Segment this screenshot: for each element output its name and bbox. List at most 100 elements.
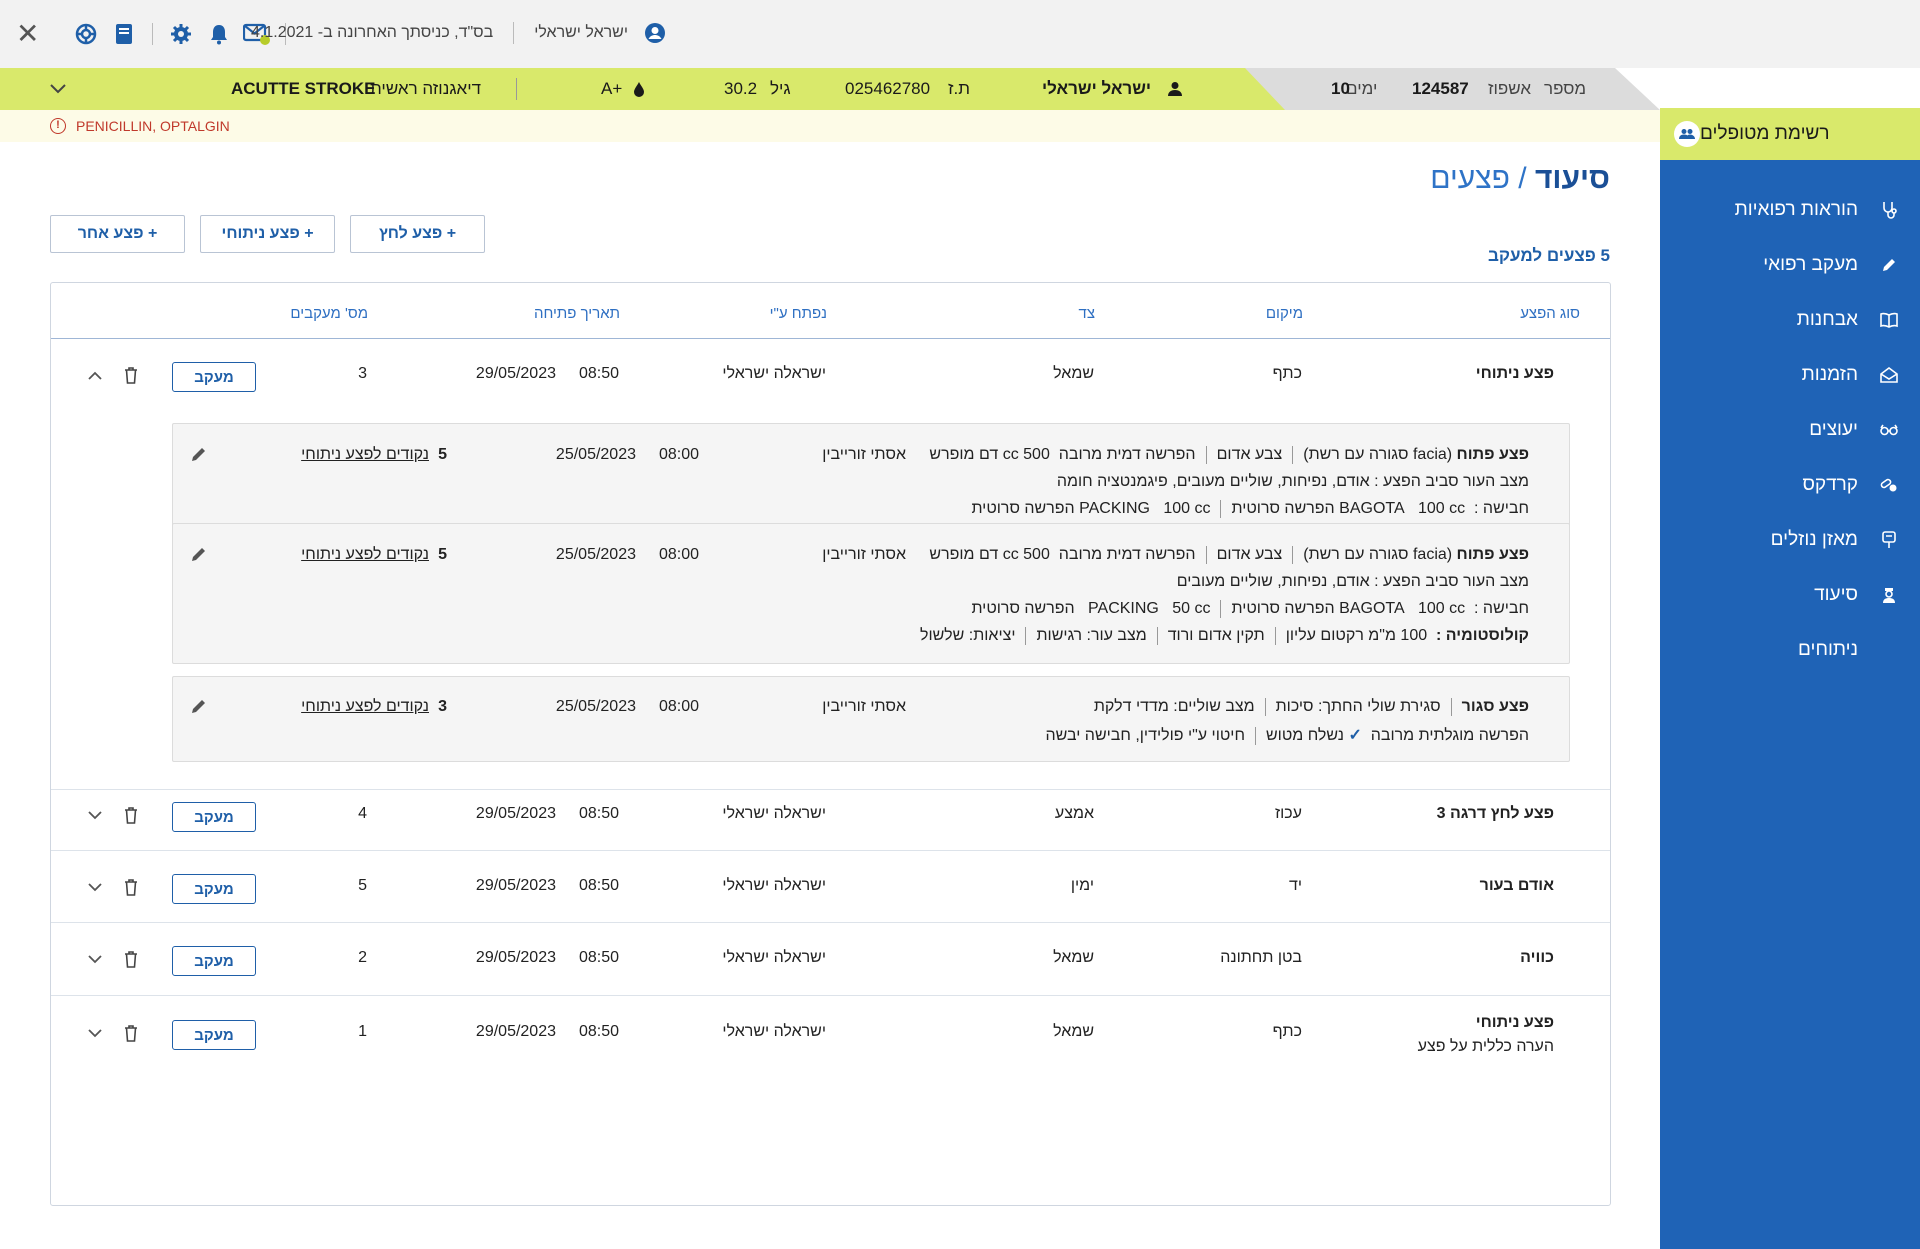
open-time: 08:50 <box>578 949 619 966</box>
tracking-line-1: פצע סגור סגירת שולי החתך: סיכות מצב שוליים… <box>1094 698 1529 716</box>
nurse-icon <box>1880 586 1898 604</box>
age-label: גיל <box>770 79 791 98</box>
opened-by: ישראלה ישראלי <box>722 877 826 894</box>
trash-icon[interactable] <box>121 805 141 825</box>
divider <box>513 22 515 44</box>
open-time: 08:50 <box>578 365 619 382</box>
track-button[interactable]: מעקב <box>172 874 256 904</box>
sidebar-item-fluid-balance[interactable]: מאזן נוזלים <box>1660 512 1920 567</box>
row-divider <box>51 789 1610 790</box>
trash-icon[interactable] <box>121 365 141 385</box>
trash-icon[interactable] <box>121 949 141 969</box>
sidebar-item-orders[interactable]: הזמנות <box>1660 347 1920 402</box>
opened-by: ישראלה ישראלי <box>722 949 826 966</box>
open-time: 08:50 <box>578 1023 619 1040</box>
open-date: 29/05/2023 <box>475 1023 556 1040</box>
sidebar-item-medical-tracking[interactable]: מעקב רפואי <box>1660 237 1920 292</box>
tracking-field: הפרשה סרוטית <box>971 600 1075 618</box>
tracking-points-link[interactable]: נקודים לפצע ניתוחי <box>301 698 429 716</box>
blood-drop-icon <box>634 82 644 97</box>
tracking-points-link[interactable]: נקודים לפצע ניתוחי <box>301 546 429 564</box>
patients-list-button[interactable]: רשימת מטופלים <box>1660 108 1920 160</box>
wound-side: שמאל <box>1053 365 1094 382</box>
sidebar-item-label: ניתוחים <box>1798 638 1858 660</box>
blood-type: A+ <box>601 79 623 98</box>
chevron-up-icon[interactable] <box>85 365 105 385</box>
column-header-open-date: תאריך פתיחה <box>533 305 620 322</box>
wound-note: הערה כללית על פצע <box>1417 1038 1554 1055</box>
allergy-list: PENICILLIN, OPTALGIN <box>76 118 230 134</box>
edit-icon[interactable] <box>189 696 209 716</box>
envelope-open-icon <box>1880 366 1898 384</box>
tracking-field: תקין אדום ורוד <box>1167 627 1265 645</box>
admission-label: מספר <box>1544 79 1587 98</box>
tracking-time: 08:00 <box>658 546 699 563</box>
edit-icon[interactable] <box>189 544 209 564</box>
diagnosis-label: דיאגנוזה ראשית <box>370 79 482 98</box>
edit-icon[interactable] <box>189 444 209 464</box>
wounds-table: סוג הפצע מיקום צד נפתח ע"י תאריך פתיחה מ… <box>50 282 1611 1206</box>
tracking-field: 100 cc <box>1418 600 1466 618</box>
sidebar-item-surgeries[interactable]: ניתוחים <box>1660 622 1920 677</box>
tracking-field: צבע אדום <box>1216 546 1283 564</box>
sidebar-item-nursing[interactable]: סיעוד <box>1660 567 1920 622</box>
chevron-down-icon[interactable] <box>50 84 66 94</box>
chevron-down-icon[interactable] <box>85 877 105 897</box>
admission-number: 124587 <box>1412 79 1469 98</box>
tracking-field: הפרשה סרוטית <box>1231 500 1335 518</box>
trackings-count: 2 <box>358 949 367 966</box>
open-date: 29/05/2023 <box>475 365 556 382</box>
tracking-field: 50 cc <box>1172 600 1211 618</box>
tracking-field: 500 cc <box>1002 546 1050 564</box>
track-button[interactable]: מעקב <box>172 946 256 976</box>
users-icon <box>1674 121 1700 147</box>
add-surgical-wound-button[interactable]: + פצע ניתוחי <box>200 215 335 253</box>
tracking-field: הפרשה מוגלתית מרובה <box>1370 727 1529 744</box>
add-other-wound-button[interactable]: + פצע אחר <box>50 215 185 253</box>
page-title-sub: פצעים <box>1430 162 1510 195</box>
track-button[interactable]: מעקב <box>172 362 256 392</box>
sidebar-item-diagnoses[interactable]: אבחנות <box>1660 292 1920 347</box>
tracking-line-2: מצב העור סביב הפצע : אודם, נפיחות, שוליי… <box>1176 573 1529 590</box>
book-open-icon <box>1880 311 1898 329</box>
sidebar-item-medical-orders[interactable]: הוראות רפואיות <box>1660 182 1920 237</box>
top-user-info: ישראל ישראלי בס"ד, כניסתך האחרונה ב- 4.1… <box>251 22 666 44</box>
trackings-count: 1 <box>358 1023 367 1040</box>
trash-icon[interactable] <box>121 877 141 897</box>
track-button[interactable]: מעקב <box>172 802 256 832</box>
chevron-down-icon[interactable] <box>85 1023 105 1043</box>
chevron-down-icon[interactable] <box>85 805 105 825</box>
tracking-head: פצע פתוח <box>1456 446 1529 464</box>
page-title-main: סיעוד <box>1534 162 1610 195</box>
sidebar-item-kardex[interactable]: קרדקס <box>1660 457 1920 512</box>
sidebar-item-label: הוראות רפואיות <box>1734 198 1858 220</box>
tracking-points-link[interactable]: נקודים לפצע ניתוחי <box>301 446 429 464</box>
sidebar-item-label: קרדקס <box>1802 473 1858 495</box>
tracking-field: הפרשה סרוטית <box>971 500 1075 518</box>
wound-side: שמאל <box>1053 1023 1094 1040</box>
open-date: 29/05/2023 <box>475 949 556 966</box>
open-date: 29/05/2023 <box>475 877 556 894</box>
track-button[interactable]: מעקב <box>172 1020 256 1050</box>
tracking-points: 3 <box>438 698 447 715</box>
wound-side: אמצע <box>1054 805 1094 822</box>
add-pressure-wound-button[interactable]: + פצע לחץ <box>350 215 485 253</box>
sidebar-item-consultations[interactable]: יעוצים <box>1660 402 1920 457</box>
user-name[interactable]: ישראל ישראלי <box>534 24 628 42</box>
user-circle-icon[interactable] <box>644 22 666 44</box>
tracking-field: PACKING <box>1088 600 1159 618</box>
tracking-field: חיטוי ע"י פולידין, חבישה יבשה <box>1045 727 1245 744</box>
lifebuoy-icon[interactable] <box>72 20 100 48</box>
open-date: 29/05/2023 <box>475 805 556 822</box>
tracking-field: מצב עור: רגישות <box>1036 627 1147 645</box>
close-icon[interactable]: ✕ <box>16 20 39 48</box>
page-title-sep: / <box>1518 162 1527 195</box>
id-number: 025462780 <box>845 79 931 98</box>
days-value: 10 <box>1331 79 1350 98</box>
book-icon[interactable] <box>110 20 138 48</box>
gear-icon[interactable] <box>167 20 195 48</box>
chevron-down-icon[interactable] <box>85 949 105 969</box>
trash-icon[interactable] <box>121 1023 141 1043</box>
bell-icon[interactable] <box>205 20 233 48</box>
tracking-field: סגירת שולי החתך: סיכות <box>1275 698 1441 716</box>
